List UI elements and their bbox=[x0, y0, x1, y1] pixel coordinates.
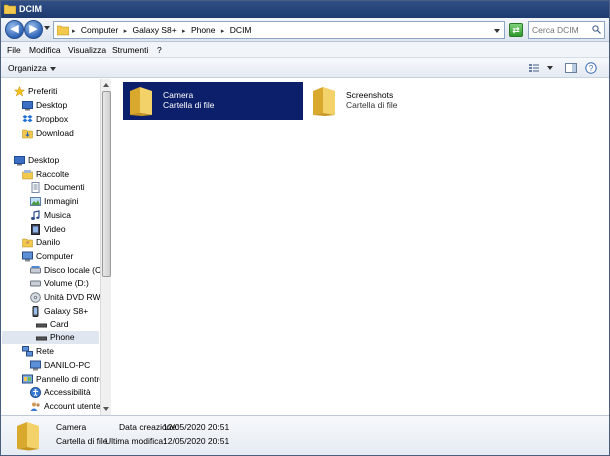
details-modified-label: Ultima modifica: bbox=[105, 436, 166, 446]
preview-pane-icon[interactable] bbox=[565, 62, 577, 74]
folder-icon bbox=[4, 4, 16, 14]
network-icon bbox=[22, 346, 33, 357]
star-icon bbox=[14, 86, 25, 97]
search-box[interactable] bbox=[528, 21, 605, 39]
address-history-dropdown[interactable] bbox=[494, 29, 500, 33]
details-type: Cartella di file bbox=[56, 436, 108, 446]
refresh-icon: ⇄ bbox=[512, 25, 520, 35]
pictures-icon bbox=[30, 197, 41, 206]
libraries-icon bbox=[22, 170, 33, 180]
svg-text:?: ? bbox=[589, 64, 594, 73]
file-name: Screenshots bbox=[346, 90, 394, 100]
breadcrumb-phone[interactable]: Phone bbox=[191, 25, 216, 35]
download-folder-icon bbox=[22, 129, 33, 139]
details-pane: Camera Cartella di file Data creazione: … bbox=[1, 415, 609, 455]
search-icon bbox=[592, 25, 601, 34]
desktop-icon bbox=[22, 101, 33, 111]
menu-strumenti[interactable]: Strumenti bbox=[112, 45, 148, 55]
control-panel-icon bbox=[22, 374, 33, 384]
details-name: Camera bbox=[56, 422, 87, 432]
details-modified-value: 12/05/2020 20:51 bbox=[163, 436, 230, 446]
dropbox-icon bbox=[22, 115, 33, 123]
file-name: Camera bbox=[163, 90, 194, 100]
menu-help[interactable]: ? bbox=[157, 45, 162, 55]
window-title: DCIM bbox=[19, 4, 42, 14]
computer-icon bbox=[22, 251, 33, 262]
chevron-right-icon[interactable]: ▸ bbox=[182, 27, 186, 35]
arrow-left-icon: ◀ bbox=[10, 23, 19, 35]
file-list: Camera Cartella di file Screenshots Cart… bbox=[112, 79, 609, 415]
organize-button[interactable]: Organizza bbox=[8, 63, 56, 73]
breadcrumb-dcim[interactable]: DCIM bbox=[230, 25, 252, 35]
scroll-down-arrow-icon[interactable] bbox=[103, 407, 109, 411]
folder-icon bbox=[130, 87, 152, 116]
menu-bar: File Modifica Visualizza Strumenti ? bbox=[1, 42, 609, 58]
help-icon[interactable]: ? bbox=[585, 62, 597, 74]
chevron-right-icon[interactable]: ▸ bbox=[221, 27, 225, 35]
refresh-button[interactable]: ⇄ bbox=[509, 23, 523, 37]
breadcrumb-galaxy[interactable]: Galaxy S8+ bbox=[132, 25, 176, 35]
file-type: Cartella di file bbox=[163, 100, 215, 110]
hard-drive-icon bbox=[30, 266, 41, 274]
details-created-value: 12/05/2020 20:51 bbox=[163, 422, 230, 432]
user-accounts-icon bbox=[30, 402, 40, 411]
computer-icon bbox=[30, 360, 41, 371]
video-icon bbox=[31, 224, 40, 235]
user-folder-icon bbox=[22, 238, 33, 248]
chevron-down-icon[interactable] bbox=[546, 64, 554, 72]
scroll-up-arrow-icon[interactable] bbox=[103, 83, 109, 87]
nav-item-phone[interactable]: Phone bbox=[2, 331, 99, 344]
folder-icon bbox=[313, 87, 335, 116]
address-bar[interactable]: ▸ Computer ▸ Galaxy S8+ ▸ Phone ▸ DCIM bbox=[53, 21, 505, 39]
address-row: ◀ ▶ ▸ Computer ▸ Galaxy S8+ ▸ Phone ▸ DC… bbox=[1, 18, 609, 42]
arrow-right-icon: ▶ bbox=[29, 23, 38, 35]
chevron-right-icon[interactable]: ▸ bbox=[124, 27, 128, 35]
command-bar: Organizza ? bbox=[1, 58, 609, 78]
storage-icon bbox=[36, 323, 47, 328]
folder-tile-camera[interactable]: Camera Cartella di file bbox=[123, 82, 303, 120]
folder-tile-screenshots[interactable]: Screenshots Cartella di file bbox=[306, 82, 486, 120]
menu-visualizza[interactable]: Visualizza bbox=[68, 45, 106, 55]
recent-pages-dropdown[interactable] bbox=[44, 26, 50, 30]
folder-icon bbox=[57, 25, 69, 36]
breadcrumb: ▸ Computer ▸ Galaxy S8+ ▸ Phone ▸ DCIM bbox=[72, 25, 255, 35]
documents-icon bbox=[31, 182, 40, 193]
phone-icon bbox=[32, 306, 39, 317]
breadcrumb-computer[interactable]: Computer bbox=[81, 25, 118, 35]
storage-icon bbox=[36, 336, 47, 341]
nav-scrollbar[interactable] bbox=[100, 79, 111, 415]
back-button[interactable]: ◀ bbox=[5, 20, 24, 39]
file-type: Cartella di file bbox=[346, 100, 398, 110]
explorer-window: DCIM ◀ ▶ ▸ Computer ▸ Galaxy S8+ ▸ Phone… bbox=[0, 0, 610, 456]
folder-icon bbox=[17, 422, 39, 451]
accessibility-icon bbox=[30, 387, 41, 398]
forward-button[interactable]: ▶ bbox=[24, 20, 43, 39]
menu-file[interactable]: File bbox=[7, 45, 21, 55]
title-bar[interactable]: DCIM bbox=[1, 1, 609, 18]
menu-modifica[interactable]: Modifica bbox=[29, 45, 61, 55]
view-options-icon[interactable] bbox=[528, 62, 540, 74]
desktop-icon bbox=[14, 156, 25, 166]
dvd-drive-icon bbox=[30, 292, 41, 303]
chevron-down-icon bbox=[49, 66, 56, 71]
scrollbar-thumb[interactable] bbox=[102, 91, 111, 277]
navigation-pane: Preferiti Desktop Dropbox Download Deskt… bbox=[1, 79, 111, 415]
chevron-right-icon[interactable]: ▸ bbox=[72, 27, 76, 35]
music-icon bbox=[31, 210, 40, 220]
search-input[interactable] bbox=[532, 23, 594, 37]
hard-drive-icon bbox=[30, 280, 41, 287]
organize-label: Organizza bbox=[8, 63, 47, 73]
